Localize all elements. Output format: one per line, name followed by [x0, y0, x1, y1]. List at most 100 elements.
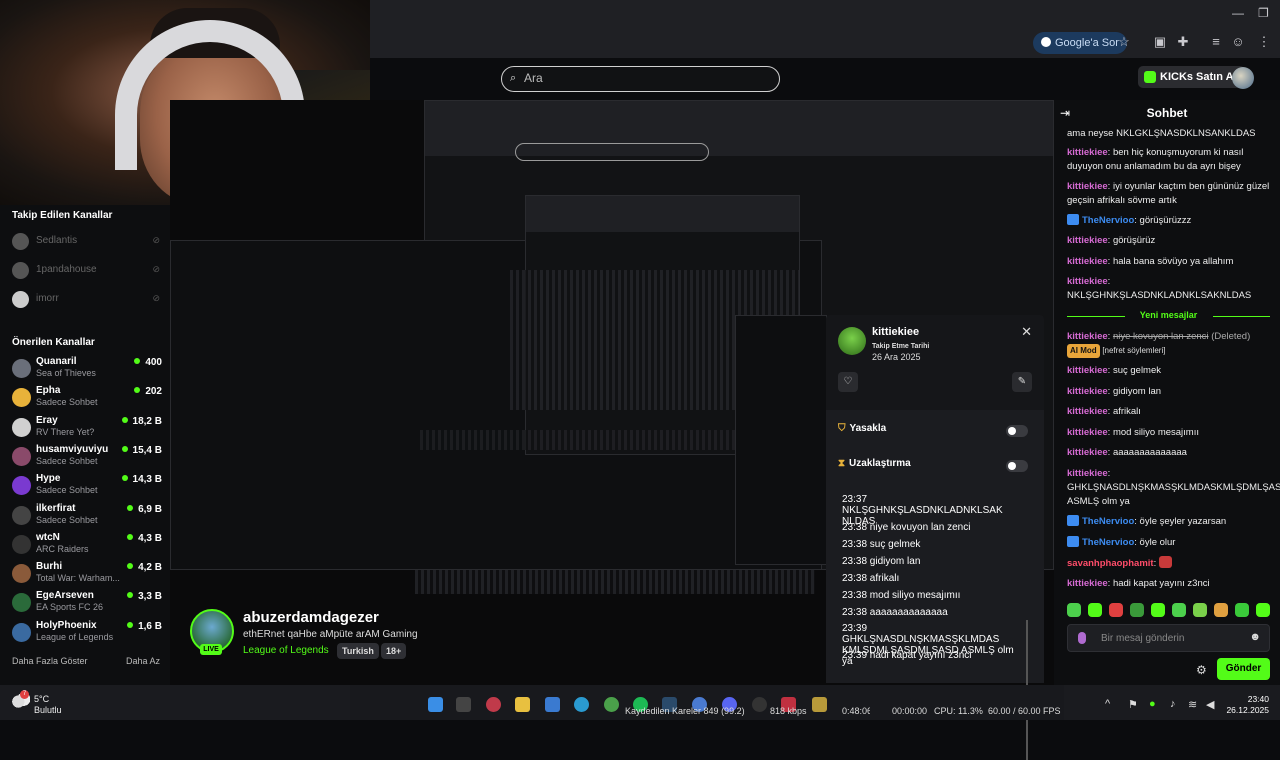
- microphone-icon[interactable]: ♪: [1170, 698, 1176, 710]
- tag-language[interactable]: Turkish: [337, 643, 379, 659]
- followed-channel[interactable]: 1pandahouse ⊘: [12, 260, 162, 280]
- chrome-icon[interactable]: [604, 697, 619, 712]
- show-more-link[interactable]: Daha Fazla Göster: [12, 656, 88, 666]
- show-less-link[interactable]: Daha Az: [126, 656, 160, 666]
- volume-icon[interactable]: ◀: [1206, 698, 1214, 711]
- windows-start-icon[interactable]: [428, 697, 443, 712]
- menu-icon[interactable]: ⋮: [1256, 34, 1272, 50]
- heart-icon[interactable]: ♡: [838, 372, 858, 392]
- file-explorer-icon[interactable]: [515, 697, 530, 712]
- chat-username[interactable]: TheNervioo: [1082, 537, 1134, 548]
- recommended-channel[interactable]: EgeArseven EA Sports FC 26 3,3 B: [12, 590, 162, 618]
- recommended-channel[interactable]: Hype Sadece Sohbet 14,3 B: [12, 473, 162, 501]
- recommended-channel[interactable]: Quanaril Sea of Thieves 400: [12, 356, 162, 384]
- chat-text: hala bana sövüyo ya allahım: [1112, 256, 1234, 267]
- minimize-icon[interactable]: —: [1232, 6, 1244, 20]
- chat-username[interactable]: kittiekiee: [1067, 447, 1108, 458]
- edge-icon[interactable]: [574, 697, 589, 712]
- recommended-channel[interactable]: HolyPhoenix League of Legends 1,6 B: [12, 620, 162, 648]
- obs-icon[interactable]: [752, 697, 767, 712]
- channel-name: imorr: [36, 293, 59, 304]
- chat-message: kittiekiee: hala bana sövüyo ya allahım: [1067, 256, 1234, 267]
- wifi-icon[interactable]: ≋: [1188, 698, 1197, 711]
- mic-off-icon[interactable]: ✎: [1012, 372, 1032, 392]
- weather-condition: Bulutlu: [34, 705, 62, 715]
- chat-message: kittiekiee: hadi kapat yayını z3nci: [1067, 578, 1210, 589]
- streamer-name[interactable]: abuzerdamdagezer: [243, 609, 379, 626]
- chat-username[interactable]: kittiekiee: [1067, 256, 1108, 267]
- gear-icon[interactable]: ⚙: [1196, 663, 1207, 677]
- chat-message: kittiekiee: görüşürüz: [1067, 235, 1156, 246]
- google-sor-button[interactable]: Google'a Sor: [1033, 32, 1127, 54]
- chat-username[interactable]: kittiekiee: [1067, 406, 1108, 417]
- chat-username[interactable]: savanhphaophamit: [1067, 558, 1154, 569]
- emote-icon[interactable]: [1256, 603, 1270, 617]
- emote-icon[interactable]: [1172, 603, 1186, 617]
- channel-name: Hype: [36, 473, 61, 485]
- verified-badge-icon: [1067, 214, 1079, 225]
- weather-badge: 7: [20, 690, 29, 699]
- emote-icon[interactable]: [1151, 603, 1165, 617]
- bookmark-star-icon[interactable]: ☆: [1116, 34, 1132, 50]
- emote-icon[interactable]: [1130, 603, 1144, 617]
- followed-channel[interactable]: Sedlantis ⊘: [12, 231, 162, 251]
- recommended-channel[interactable]: Eray RV There Yet? 18,2 B: [12, 415, 162, 443]
- chat-username[interactable]: kittiekiee: [1067, 276, 1108, 287]
- chat-username[interactable]: kittiekiee: [1067, 365, 1108, 376]
- chevron-up-icon[interactable]: ^: [1105, 698, 1110, 710]
- recommended-channel[interactable]: Epha Sadece Sohbet 202: [12, 385, 162, 413]
- emote-icon[interactable]: [1235, 603, 1249, 617]
- recommended-channel[interactable]: husamviyuviyu Sadece Sohbet 15,4 B: [12, 444, 162, 472]
- recommended-channel[interactable]: wtcN ARC Raiders 4,3 B: [12, 532, 162, 560]
- send-button[interactable]: Gönder: [1217, 658, 1270, 680]
- channel-name: Eray: [36, 414, 58, 426]
- weather-icon[interactable]: 7: [12, 690, 30, 708]
- recommended-channel[interactable]: ilkerfirat Sadece Sohbet 6,9 B: [12, 503, 162, 531]
- emote-icon[interactable]: [1088, 603, 1102, 617]
- chat-username[interactable]: TheNervioo: [1082, 516, 1134, 527]
- extension-icon[interactable]: ▣: [1152, 34, 1168, 50]
- ban-toggle[interactable]: [1006, 425, 1028, 437]
- media-icon[interactable]: ≡: [1208, 34, 1224, 50]
- chat-username[interactable]: TheNervioo: [1082, 215, 1134, 226]
- app-icon[interactable]: [812, 697, 827, 712]
- collapse-chat-icon[interactable]: ⇥: [1060, 106, 1070, 120]
- mail-icon[interactable]: [545, 697, 560, 712]
- puzzle-icon[interactable]: ✚: [1175, 34, 1191, 50]
- chat-username[interactable]: kittiekiee: [1067, 235, 1108, 246]
- chat-username[interactable]: kittiekiee: [1067, 427, 1108, 438]
- emoji-icon[interactable]: ☻: [1249, 631, 1261, 643]
- close-icon[interactable]: ✕: [1021, 324, 1032, 340]
- followed-channel[interactable]: imorr ⊘: [12, 289, 162, 309]
- emote-icon[interactable]: [1067, 603, 1081, 617]
- buy-kicks-button[interactable]: KICKs Satın Al: [1138, 66, 1245, 88]
- chat-username[interactable]: kittiekiee: [1067, 386, 1108, 397]
- mic-icon[interactable]: [1078, 632, 1086, 644]
- chat-username[interactable]: kittiekiee: [1067, 147, 1108, 158]
- opera-icon[interactable]: [486, 697, 501, 712]
- chat-username[interactable]: kittiekiee: [1067, 578, 1108, 589]
- chat-username[interactable]: kittiekiee: [1067, 468, 1108, 479]
- status-dot-icon[interactable]: ●: [1149, 698, 1156, 710]
- maximize-icon[interactable]: ❐: [1258, 6, 1269, 20]
- emote-icon[interactable]: [1193, 603, 1207, 617]
- stream-category[interactable]: League of Legends: [243, 645, 329, 656]
- emote-icon[interactable]: [1109, 603, 1123, 617]
- task-view-icon[interactable]: [456, 697, 471, 712]
- user-avatar[interactable]: [1232, 67, 1254, 89]
- chat-message: kittiekiee: suç gelmek: [1067, 365, 1162, 376]
- chat-username[interactable]: kittiekiee: [1067, 331, 1108, 342]
- network-icon[interactable]: ⚑: [1128, 698, 1138, 711]
- chat-username[interactable]: kittiekiee: [1067, 181, 1108, 192]
- timeout-toggle[interactable]: [1006, 460, 1028, 472]
- recommended-channel[interactable]: Burhi Total War: Warham... 4,2 B: [12, 561, 162, 589]
- search-input[interactable]: ⌕ Ara: [501, 66, 780, 92]
- viewer-count: 14,3 B: [121, 474, 162, 485]
- emote-icon[interactable]: [1214, 603, 1228, 617]
- profile-icon[interactable]: ☺: [1230, 34, 1246, 50]
- system-clock[interactable]: 23:40: [1229, 694, 1269, 704]
- system-date[interactable]: 26.12.2025: [1215, 705, 1269, 715]
- tag-age[interactable]: 18+: [381, 643, 407, 659]
- live-dot-icon: [127, 533, 134, 540]
- chat-input[interactable]: Bir mesaj gönderin ☻: [1067, 624, 1270, 652]
